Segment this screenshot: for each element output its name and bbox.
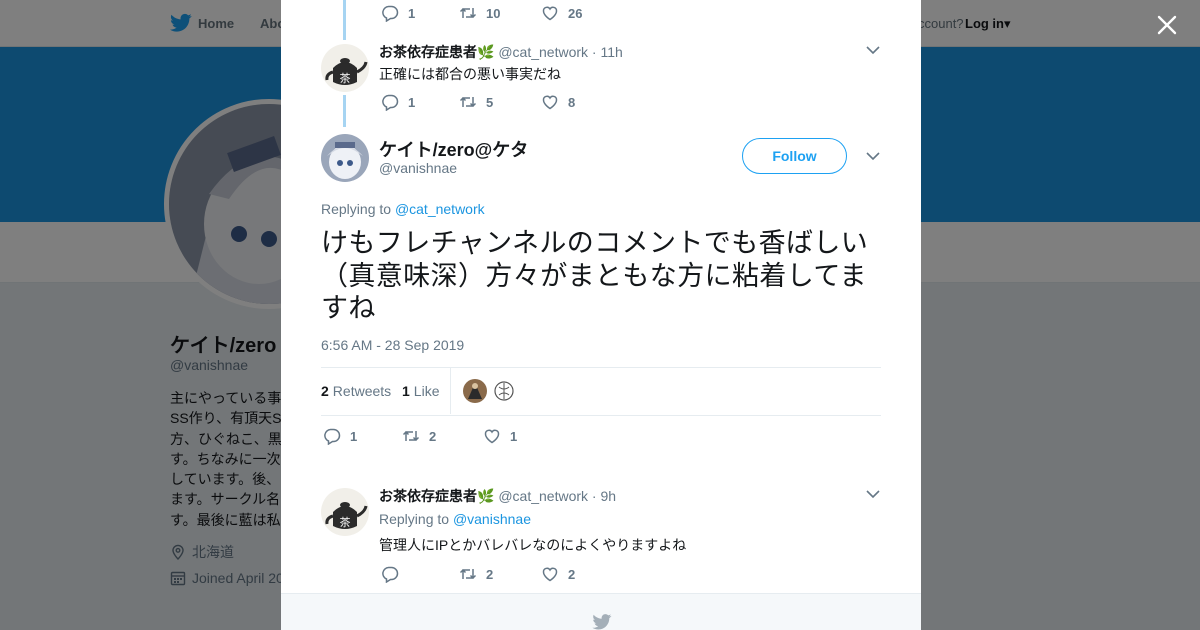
- reply-action[interactable]: 1: [381, 93, 415, 111]
- heart-icon: [484, 429, 500, 444]
- retweeter-avatar[interactable]: [463, 379, 487, 403]
- like-action[interactable]: 2: [541, 565, 575, 583]
- svg-text:茶: 茶: [340, 72, 351, 85]
- retweet-icon: [402, 430, 420, 442]
- reply-action[interactable]: [381, 565, 408, 583]
- tweet-text: 管理人にIPとかバレバレなのによくやりますよね: [379, 537, 687, 553]
- thread-line: [343, 95, 346, 127]
- leaf-emoji-icon: 🌿: [477, 488, 495, 504]
- replying-to-prefix: Replying to: [321, 201, 395, 217]
- tweet-stats: 2 Retweets 1 Like: [321, 367, 881, 416]
- chevron-down-icon[interactable]: [866, 46, 880, 55]
- modal-footer: [281, 593, 921, 630]
- teapot-avatar-art: 茶: [321, 488, 369, 536]
- retweet-count: 2: [486, 566, 494, 582]
- twitter-bird-icon: [592, 614, 612, 630]
- heart-icon: [542, 95, 558, 110]
- avatar-teapot[interactable]: 茶: [321, 44, 369, 92]
- reply-icon: [382, 5, 399, 22]
- reply-count: 1: [350, 428, 358, 444]
- retweets-stat-label: Retweets: [332, 383, 392, 399]
- reply-count: 1: [408, 94, 416, 110]
- tweet-time[interactable]: · 11h: [592, 44, 623, 60]
- retweet-count: 10: [486, 5, 501, 21]
- reply-icon: [324, 428, 341, 445]
- likes-stat[interactable]: 1 Like: [402, 383, 439, 399]
- like-action[interactable]: 26: [541, 4, 582, 22]
- like-action[interactable]: 8: [541, 93, 575, 111]
- retweets-stat-count: 2: [321, 383, 329, 399]
- reply-count: 1: [408, 5, 416, 21]
- thread-line: [343, 0, 346, 40]
- avatar-teapot[interactable]: 茶: [321, 488, 369, 536]
- retweet-icon: [459, 568, 477, 580]
- like-count: 8: [568, 94, 576, 110]
- retweet-count: 2: [429, 428, 437, 444]
- avatar-vanishnae[interactable]: [321, 134, 369, 182]
- tweet-header: お茶依存症患者🌿 @cat_network · 11h: [379, 42, 623, 62]
- tweet-header: お茶依存症患者🌿 @cat_network · 9h: [379, 486, 616, 506]
- like-count: 2: [568, 566, 576, 582]
- chevron-down-icon[interactable]: [866, 490, 880, 499]
- replying-to: Replying to @vanishnae: [379, 511, 531, 527]
- retweets-stat[interactable]: 2 Retweets: [321, 383, 391, 399]
- replying-to-link[interactable]: @vanishnae: [453, 511, 531, 527]
- retweeter-avatar-art: [492, 379, 516, 403]
- retweet-action[interactable]: 10: [459, 4, 500, 22]
- like-action[interactable]: 1: [483, 427, 517, 445]
- reply-action[interactable]: 1: [323, 427, 357, 445]
- retweet-icon: [459, 96, 477, 108]
- user-handle[interactable]: @cat_network: [498, 44, 588, 60]
- main-user-handle[interactable]: @vanishnae: [379, 160, 457, 176]
- retweet-action[interactable]: 2: [459, 565, 493, 583]
- heart-icon: [542, 567, 558, 582]
- likes-stat-label: Like: [413, 383, 440, 399]
- stats-divider: [450, 368, 451, 414]
- retweet-icon: [459, 7, 477, 19]
- chevron-down-icon[interactable]: [866, 152, 880, 161]
- retweeter-avatar[interactable]: [492, 379, 516, 403]
- user-name[interactable]: お茶依存症患者: [379, 44, 477, 60]
- tweet-timestamp[interactable]: 6:56 AM - 28 Sep 2019: [321, 337, 464, 353]
- retweet-count: 5: [486, 94, 494, 110]
- user-name[interactable]: お茶依存症患者: [379, 488, 477, 504]
- svg-text:茶: 茶: [340, 516, 351, 529]
- follow-button[interactable]: Follow: [742, 138, 847, 174]
- retweet-action[interactable]: 5: [459, 93, 493, 111]
- retweet-action[interactable]: 2: [402, 427, 436, 445]
- close-icon[interactable]: [1154, 12, 1180, 38]
- main-tweet-text: けもフレチャンネルのコメントでも香ばしい（真意味深）方々がまともな方に粘着してま…: [321, 228, 869, 323]
- leaf-emoji-icon: 🌿: [477, 44, 495, 60]
- vanishnae-avatar-art: [321, 134, 369, 182]
- tweet-text: 正確には都合の悪い事実だね: [379, 66, 561, 82]
- reply-icon: [382, 94, 399, 111]
- replying-to-link[interactable]: @cat_network: [395, 201, 485, 217]
- likes-stat-count: 1: [402, 383, 410, 399]
- replying-to-prefix: Replying to: [379, 511, 453, 527]
- tweet-time[interactable]: · 9h: [592, 488, 616, 504]
- teapot-avatar-art: 茶: [321, 44, 369, 92]
- user-handle[interactable]: @cat_network: [498, 488, 588, 504]
- tweet-permalink-modal: 1 10 26 茶 お茶依存症患者🌿 @cat_network · 11h 正確…: [281, 0, 921, 630]
- like-count: 26: [568, 5, 583, 21]
- replying-to: Replying to @cat_network: [321, 201, 485, 217]
- like-count: 1: [510, 428, 518, 444]
- reply-icon: [382, 566, 399, 583]
- reply-action[interactable]: 1: [381, 4, 415, 22]
- heart-icon: [542, 6, 558, 21]
- retweeter-avatar-art: [463, 379, 487, 403]
- main-user-name[interactable]: ケイト/zero@ケタ: [379, 136, 528, 162]
